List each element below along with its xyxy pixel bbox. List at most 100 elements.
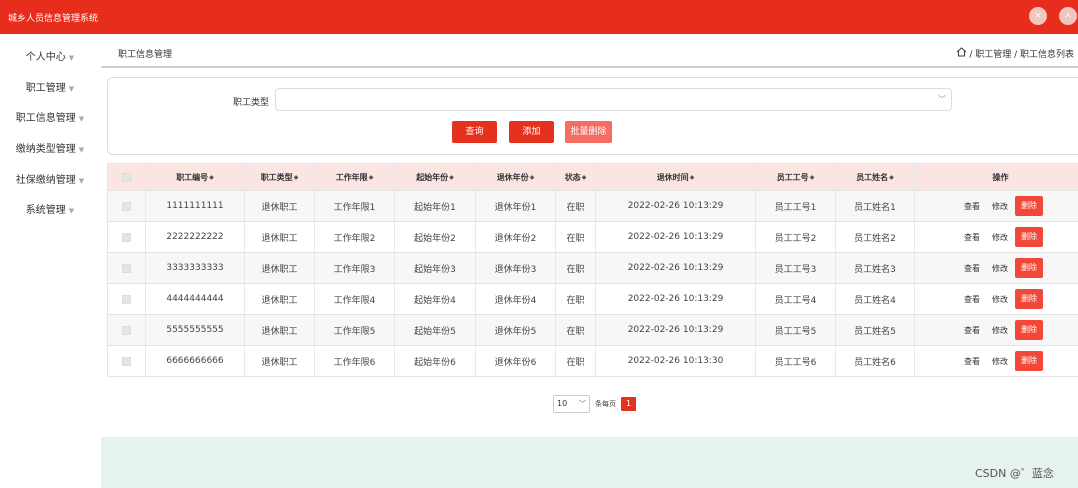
table-row: 1111111111 退休职工 工作年限1 起始年份1 退休年份1 在职 2022-02-2… xyxy=(108,190,1078,221)
cell-name: 员工姓名1 xyxy=(836,191,915,221)
table-row: 4444444444 退休职工 工作年限4 起始年份4 退休年份4 在职 2022-02-2… xyxy=(108,283,1078,314)
cell-years: 工作年限5 xyxy=(315,315,395,345)
cell-retire: 退休年份1 xyxy=(476,191,556,221)
row-select-cell xyxy=(108,222,146,252)
edit-button[interactable]: 修改 xyxy=(992,201,1008,212)
edit-button[interactable]: 修改 xyxy=(992,325,1008,336)
cell-id: 1111111111 xyxy=(146,191,245,221)
delete-button[interactable]: 删除 xyxy=(1015,320,1043,340)
chevron-down-icon: ﹀ xyxy=(938,95,946,104)
close-icon[interactable]: × xyxy=(1029,7,1047,25)
home-icon[interactable] xyxy=(956,47,967,60)
chevron-down-icon: ﹀ xyxy=(579,400,586,408)
sidebar-item-label: 职工管理 xyxy=(25,83,66,94)
sort-icon: ◆ xyxy=(293,173,299,181)
row-actions: 查看 修改 删除 xyxy=(915,346,1078,376)
sidebar-item-payment-type[interactable]: 缴纳类型管理 ▼ xyxy=(0,140,100,160)
sidebar-item-label: 职工信息管理 xyxy=(15,113,76,124)
sidebar-item-staff-info[interactable]: 职工信息管理 ▼ xyxy=(0,109,100,129)
staff-type-select[interactable]: ﹀ xyxy=(275,88,952,111)
column-header-status[interactable]: 状态 ◆ xyxy=(556,164,596,190)
column-header-start[interactable]: 起始年份 ◆ xyxy=(395,164,476,190)
cell-name: 员工姓名5 xyxy=(836,315,915,345)
column-header-label: 工作年限 xyxy=(335,172,368,182)
column-header-retire-year[interactable]: 退休年份 ◆ xyxy=(476,164,556,190)
cell-status: 在职 xyxy=(556,315,596,345)
column-header-years[interactable]: 工作年限 ◆ xyxy=(315,164,395,190)
cell-status: 在职 xyxy=(556,222,596,252)
breadcrumb-path-text[interactable]: / 职工管理 / 职工信息列表 xyxy=(969,50,1074,60)
row-select-cell xyxy=(108,346,146,376)
edit-button[interactable]: 修改 xyxy=(992,263,1008,274)
row-checkbox[interactable] xyxy=(122,263,131,273)
sidebar-item-label: 社保缴纳管理 xyxy=(15,175,76,186)
delete-button[interactable]: 删除 xyxy=(1015,289,1043,309)
row-checkbox[interactable] xyxy=(122,325,131,335)
column-header-emp-no[interactable]: 员工工号 ◆ xyxy=(756,164,836,190)
cell-type: 退休职工 xyxy=(245,346,315,376)
delete-button[interactable]: 删除 xyxy=(1015,258,1043,278)
sidebar-item-system[interactable]: 系统管理 ▼ xyxy=(0,201,100,221)
row-checkbox[interactable] xyxy=(122,294,131,304)
cell-type: 退休职工 xyxy=(245,284,315,314)
sort-icon: ◆ xyxy=(689,173,695,181)
sidebar-item-staff[interactable]: 职工管理 ▼ xyxy=(0,79,100,99)
query-button[interactable]: 查询 xyxy=(452,121,497,143)
select-all-checkbox[interactable] xyxy=(122,172,131,182)
page-size-value: 10 xyxy=(557,399,568,408)
row-actions: 查看 修改 删除 xyxy=(915,253,1078,283)
edit-button[interactable]: 修改 xyxy=(992,356,1008,367)
column-header-label: 职工编号 xyxy=(176,172,209,182)
cell-retire: 退休年份6 xyxy=(476,346,556,376)
cell-no: 员工工号6 xyxy=(756,346,836,376)
cell-start: 起始年份3 xyxy=(395,253,476,283)
cell-years: 工作年限4 xyxy=(315,284,395,314)
column-header-type[interactable]: 职工类型 ◆ xyxy=(245,164,315,190)
user-icon[interactable]: ㅅ xyxy=(1059,7,1077,25)
view-button[interactable]: 查看 xyxy=(964,232,980,243)
search-panel: 职工类型 ﹀ 查询 添加 批量删除 xyxy=(107,77,1078,155)
sort-icon: ◆ xyxy=(209,173,214,181)
row-actions: 查看 修改 删除 xyxy=(915,191,1078,221)
view-button[interactable]: 查看 xyxy=(964,201,980,212)
page-button-current[interactable]: 1 xyxy=(621,397,636,411)
row-checkbox[interactable] xyxy=(122,232,131,242)
add-button[interactable]: 添加 xyxy=(509,121,554,143)
table-row: 6666666666 退休职工 工作年限6 起始年份6 退休年份6 在职 2022-02-2… xyxy=(108,345,1078,376)
column-header-emp-name[interactable]: 员工姓名 ◆ xyxy=(836,164,915,190)
page-size-select[interactable]: 10 ﹀ xyxy=(553,395,590,413)
bulk-delete-button[interactable]: 批量删除 xyxy=(565,121,612,143)
cell-status: 在职 xyxy=(556,253,596,283)
view-button[interactable]: 查看 xyxy=(964,263,980,274)
view-button[interactable]: 查看 xyxy=(964,325,980,336)
cell-status: 在职 xyxy=(556,191,596,221)
chevron-down-icon: ▼ xyxy=(78,146,85,154)
column-header-retire-time[interactable]: 退休时间 ◆ xyxy=(596,164,756,190)
chevron-down-icon: ▼ xyxy=(78,177,85,185)
sidebar-item-label: 系统管理 xyxy=(25,205,66,216)
view-button[interactable]: 查看 xyxy=(964,356,980,367)
delete-button[interactable]: 删除 xyxy=(1015,351,1043,371)
cell-retire: 退休年份2 xyxy=(476,222,556,252)
cell-status: 在职 xyxy=(556,346,596,376)
cell-id: 5555555555 xyxy=(146,315,245,345)
sidebar-item-personal-center[interactable]: 个人中心 ▼ xyxy=(0,48,100,68)
cell-start: 起始年份4 xyxy=(395,284,476,314)
edit-button[interactable]: 修改 xyxy=(992,294,1008,305)
row-checkbox[interactable] xyxy=(122,356,131,366)
delete-button[interactable]: 删除 xyxy=(1015,227,1043,247)
column-header-label: 职工类型 xyxy=(260,172,293,182)
chevron-down-icon: ▼ xyxy=(68,54,75,62)
column-header-id[interactable]: 职工编号 ◆ xyxy=(146,164,245,190)
app-title: 城乡人员信息管理系统 xyxy=(8,14,99,24)
table-header: 职工编号 ◆ 职工类型 ◆ 工作年限 ◆ 起始年份 ◆ 退休年份 ◆ 状态 ◆ 退休时间 ◆ … xyxy=(108,164,1078,190)
sidebar-item-social-security[interactable]: 社保缴纳管理 ▼ xyxy=(0,171,100,191)
edit-button[interactable]: 修改 xyxy=(992,232,1008,243)
sort-icon: ◆ xyxy=(449,173,454,181)
view-button[interactable]: 查看 xyxy=(964,294,980,305)
row-actions: 查看 修改 删除 xyxy=(915,315,1078,345)
delete-button[interactable]: 删除 xyxy=(1015,196,1043,216)
cell-type: 退休职工 xyxy=(245,253,315,283)
row-checkbox[interactable] xyxy=(122,201,131,211)
cell-no: 员工工号1 xyxy=(756,191,836,221)
